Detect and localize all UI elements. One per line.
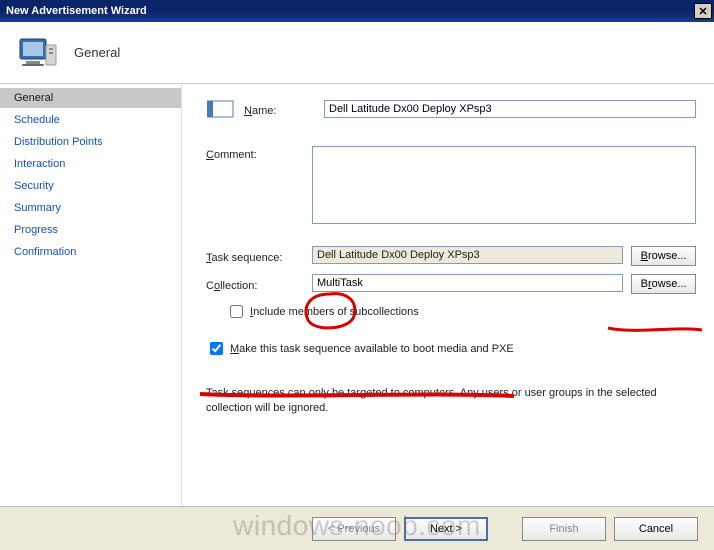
name-input[interactable] <box>324 100 696 118</box>
next-button[interactable]: Next > <box>404 517 488 541</box>
form-header-icon <box>206 98 236 120</box>
collection-label: Collection: <box>206 277 312 292</box>
window-title: New Advertisement Wizard <box>6 5 694 17</box>
pxe-row: Make this task sequence available to boo… <box>206 339 696 358</box>
sidebar-item-distribution-points[interactable]: Distribution Points <box>0 132 181 152</box>
sidebar-item-security[interactable]: Security <box>0 176 181 196</box>
titlebar: New Advertisement Wizard ✕ <box>0 0 714 22</box>
sidebar-item-summary[interactable]: Summary <box>0 198 181 218</box>
previous-button: < Previous <box>312 517 396 541</box>
close-button[interactable]: ✕ <box>694 3 712 19</box>
collection-input[interactable] <box>312 274 623 292</box>
comment-textarea[interactable] <box>312 146 696 224</box>
sidebar-item-interaction[interactable]: Interaction <box>0 154 181 174</box>
comment-label: Comment: <box>206 146 312 161</box>
wizard-footer: < Previous Next > Finish Cancel <box>0 506 714 550</box>
name-label: Name: <box>244 102 324 117</box>
task-sequence-value: Dell Latitude Dx00 Deploy XPsp3 <box>312 246 623 264</box>
computer-icon <box>16 31 60 75</box>
wizard-header: General <box>0 22 714 84</box>
close-icon: ✕ <box>698 5 707 18</box>
include-subcollections-row: Include members of subcollections <box>226 302 696 321</box>
finish-button: Finish <box>522 517 606 541</box>
sidebar-item-schedule[interactable]: Schedule <box>0 110 181 130</box>
pxe-checkbox[interactable] <box>210 342 223 355</box>
sidebar: General Schedule Distribution Points Int… <box>0 84 182 506</box>
sidebar-item-general[interactable]: General <box>0 88 181 108</box>
browse-collection-button[interactable]: Browse... <box>631 274 696 294</box>
sidebar-item-progress[interactable]: Progress <box>0 220 181 240</box>
browse-task-sequence-button[interactable]: Browse... <box>631 246 696 266</box>
task-sequence-label: Task sequence: <box>206 249 312 264</box>
sidebar-item-confirmation[interactable]: Confirmation <box>0 242 181 262</box>
cancel-button[interactable]: Cancel <box>614 517 698 541</box>
note-text: Task sequences can only be targeted to c… <box>206 386 696 416</box>
include-subcollections-label: Include members of subcollections <box>250 306 419 318</box>
content-panel: Name: Comment: Task sequence: Dell Latit… <box>182 84 714 506</box>
pxe-label: Make this task sequence available to boo… <box>230 343 514 355</box>
include-subcollections-checkbox[interactable] <box>230 305 243 318</box>
header-title: General <box>74 45 120 60</box>
wizard-body: General Schedule Distribution Points Int… <box>0 84 714 506</box>
